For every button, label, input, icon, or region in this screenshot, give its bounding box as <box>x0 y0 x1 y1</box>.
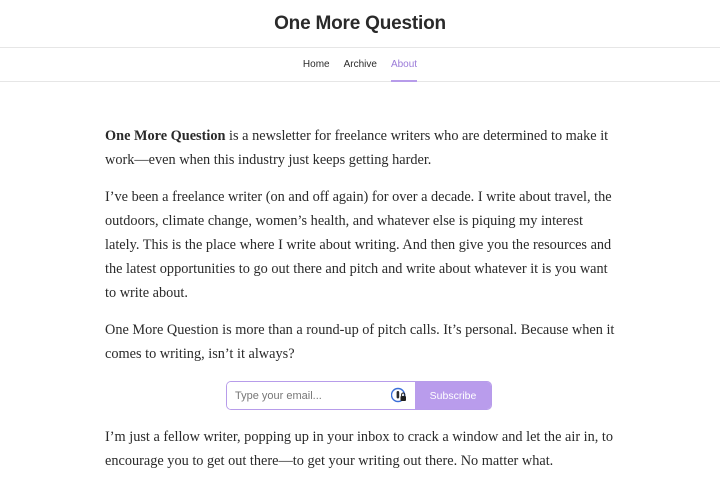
subscribe-form: Subscribe <box>226 381 492 410</box>
site-header: One More Question <box>0 0 720 48</box>
subscribe-button[interactable]: Subscribe <box>415 382 491 409</box>
email-input[interactable] <box>227 382 415 409</box>
bio-paragraph: I’ve been a freelance writer (on and off… <box>105 189 612 301</box>
nav-archive[interactable]: Archive <box>337 48 384 81</box>
site-title[interactable]: One More Question <box>274 13 446 35</box>
nav-about[interactable]: About <box>384 48 424 82</box>
intro-paragraph: One More Question is a newsletter for fr… <box>105 124 615 172</box>
personal-paragraph: One More Question is more than a round-u… <box>105 322 615 362</box>
main-nav: Home Archive About <box>0 48 720 82</box>
email-field-wrapper <box>227 382 415 409</box>
nav-home[interactable]: Home <box>296 48 337 81</box>
newsletter-name: One More Question <box>105 128 226 144</box>
about-content: One More Question is a newsletter for fr… <box>105 124 615 486</box>
closing-paragraph: I’m just a fellow writer, popping up in … <box>105 429 614 469</box>
password-manager-icon[interactable] <box>390 387 407 403</box>
